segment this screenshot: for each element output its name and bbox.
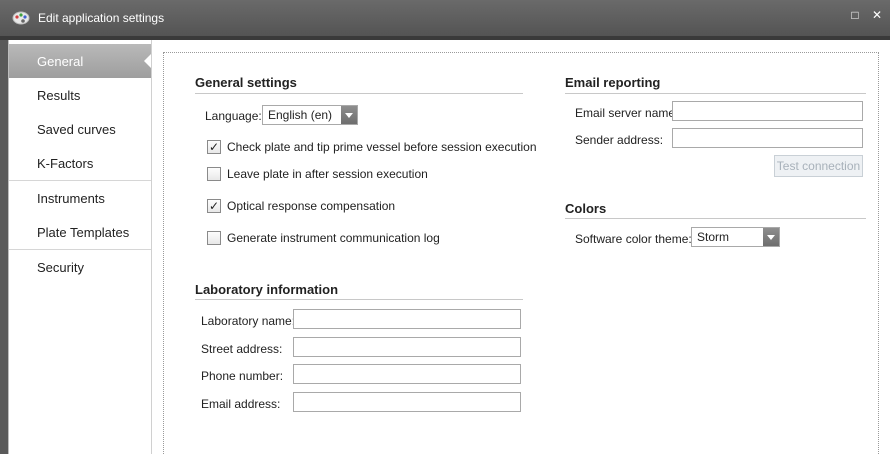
sidebar-item-k-factors[interactable]: K-Factors [9, 146, 152, 180]
laboratory-information-title: Laboratory information [195, 282, 339, 297]
laboratory-name-input[interactable] [293, 309, 521, 329]
email-server-input[interactable] [672, 101, 863, 121]
email-address-label: Email address: [201, 397, 281, 411]
section-divider [565, 93, 866, 94]
email-reporting-title: Email reporting [565, 75, 661, 90]
option-check-plate[interactable]: ✓ Check plate and tip prime vessel befor… [207, 140, 537, 154]
sidebar-border [151, 40, 152, 454]
sidebar-item-saved-curves[interactable]: Saved curves [9, 112, 152, 146]
section-divider [195, 299, 523, 300]
restore-icon[interactable]: □ [848, 8, 862, 22]
email-server-label: Email server name: [575, 106, 679, 120]
sender-address-label: Sender address: [575, 133, 664, 147]
sidebar-item-label: Security [37, 259, 84, 275]
test-connection-button[interactable]: Test connection [774, 155, 863, 177]
section-divider [565, 218, 866, 219]
sidebar-item-instruments[interactable]: Instruments [9, 181, 152, 215]
street-address-input[interactable] [293, 337, 521, 357]
title-bar: Edit application settings □ ✕ [0, 0, 890, 36]
option-communication-log[interactable]: Generate instrument communication log [207, 231, 440, 245]
laboratory-name-label: Laboratory name: [201, 314, 296, 328]
sidebar-item-label: K-Factors [37, 155, 94, 171]
option-label: Generate instrument communication log [227, 231, 440, 245]
sender-address-input[interactable] [672, 128, 863, 148]
settings-panel: General settings Language: English (en) … [163, 52, 879, 454]
option-optical-response[interactable]: ✓ Optical response compensation [207, 199, 395, 213]
language-value: English (en) [268, 108, 333, 122]
language-label: Language: [205, 109, 262, 123]
sidebar-item-plate-templates[interactable]: Plate Templates [9, 215, 152, 249]
general-settings-title: General settings [195, 75, 297, 90]
checkbox-optical-response[interactable]: ✓ [207, 199, 221, 213]
option-label: Check plate and tip prime vessel before … [227, 140, 537, 154]
checkbox-communication-log[interactable] [207, 231, 221, 245]
option-label: Optical response compensation [227, 199, 396, 213]
sidebar-item-label: Results [37, 87, 81, 103]
color-theme-select[interactable]: Storm [691, 227, 780, 247]
email-address-input[interactable] [293, 392, 521, 412]
sidebar: General Results Saved curves K-Factors I… [8, 40, 153, 454]
checkbox-check-plate[interactable]: ✓ [207, 140, 221, 154]
palette-icon [12, 10, 30, 26]
window-left-edge [0, 40, 8, 454]
window-title: Edit application settings [38, 11, 165, 25]
colors-title: Colors [565, 201, 607, 216]
sidebar-item-label: General [37, 53, 84, 69]
option-leave-plate[interactable]: Leave plate in after session execution [207, 167, 428, 181]
street-address-label: Street address: [201, 342, 283, 356]
sidebar-item-security[interactable]: Security [9, 250, 152, 284]
phone-number-label: Phone number: [201, 369, 284, 383]
sidebar-item-label: Instruments [37, 190, 105, 206]
color-theme-value: Storm [697, 230, 730, 244]
sidebar-item-label: Saved curves [37, 121, 116, 137]
language-select[interactable]: English (en) [262, 105, 358, 125]
sidebar-item-results[interactable]: Results [9, 78, 152, 112]
chevron-down-icon [763, 228, 779, 246]
checkbox-leave-plate[interactable] [207, 167, 221, 181]
phone-number-input[interactable] [293, 364, 521, 384]
option-label: Leave plate in after session execution [227, 167, 428, 181]
chevron-down-icon [341, 106, 357, 124]
sidebar-item-general[interactable]: General [9, 44, 153, 78]
color-theme-label: Software color theme: [575, 232, 692, 246]
section-divider [195, 93, 523, 94]
close-icon[interactable]: ✕ [870, 8, 884, 22]
sidebar-item-label: Plate Templates [37, 224, 130, 240]
